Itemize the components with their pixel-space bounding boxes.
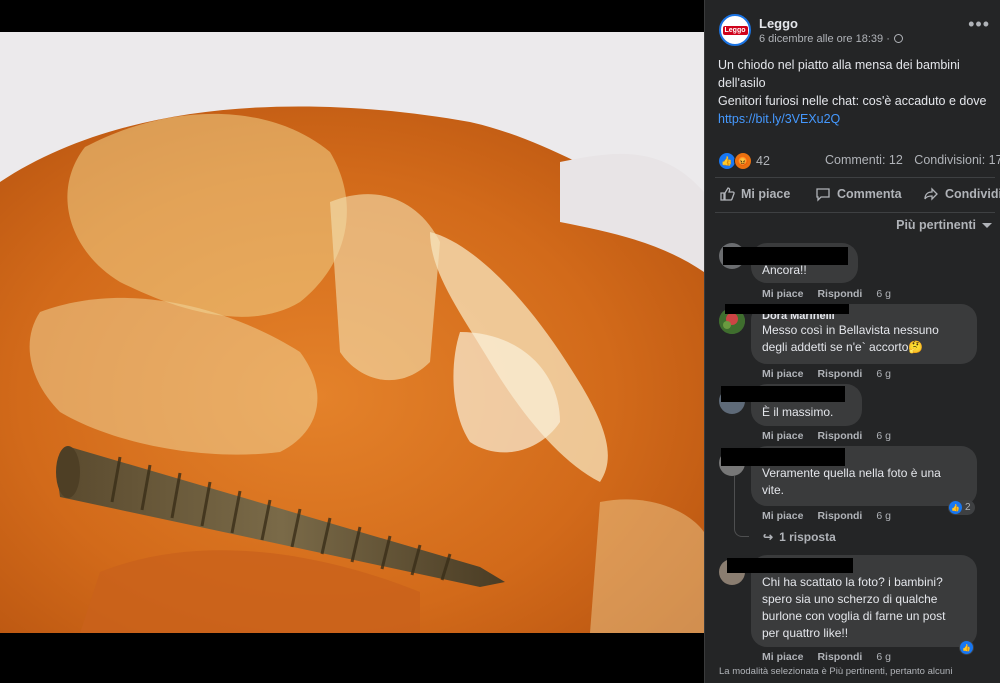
post-side-panel: Leggo Leggo 6 dicembre alle ore 18:39 · … xyxy=(704,0,1000,683)
comment-reply-link[interactable]: Rispondi xyxy=(817,430,862,442)
comment-like-link[interactable]: Mi piace xyxy=(762,430,803,442)
comment-time[interactable]: 6 g xyxy=(876,430,891,442)
post-text: Un chiodo nel piatto alla mensa dei bamb… xyxy=(718,56,998,128)
comment-like-link[interactable]: Mi piace xyxy=(762,368,803,380)
view-replies-link[interactable]: ↪ 1 risposta xyxy=(763,530,836,544)
comment: È il massimo. Mi piace Rispondi 6 g xyxy=(719,384,1000,444)
comment-label: Commenta xyxy=(837,187,902,201)
post-date[interactable]: 6 dicembre alle ore 18:39 · xyxy=(759,33,890,45)
like-reaction-icon: 👍 xyxy=(949,501,962,514)
like-button[interactable]: Mi piace xyxy=(719,186,815,202)
comment-actions: Mi piace Rispondi 6 g xyxy=(762,368,891,380)
redaction xyxy=(727,558,853,573)
pasta-with-screw-image xyxy=(0,32,704,633)
divider xyxy=(715,177,995,178)
comment-text: Chi ha scattato la foto? i bambini? sper… xyxy=(762,575,946,640)
divider xyxy=(715,212,995,213)
comment-text: È il massimo. xyxy=(762,405,834,419)
share-icon xyxy=(924,187,938,201)
comment-time[interactable]: 6 g xyxy=(876,510,891,522)
thread-line xyxy=(734,476,749,537)
redaction xyxy=(723,247,848,265)
shares-count[interactable]: Condivisioni: 17 xyxy=(914,153,1000,167)
comment-actions: Mi piace Rispondi 6 g xyxy=(762,430,891,442)
comment-reaction-count: 2 xyxy=(965,502,971,513)
angry-reaction-icon: 😡 xyxy=(734,152,752,170)
share-label: Condividi xyxy=(945,187,1000,201)
leggo-logo: Leggo xyxy=(722,25,748,35)
photo-viewer xyxy=(0,0,704,683)
comment-actions: Mi piace Rispondi 6 g xyxy=(762,510,891,522)
comment-like-link[interactable]: Mi piace xyxy=(762,510,803,522)
comment-reply-link[interactable]: Rispondi xyxy=(817,651,862,663)
comment: Chi ha scattato la foto? i bambini? sper… xyxy=(719,555,1000,670)
comment-reply-link[interactable]: Rispondi xyxy=(817,368,862,380)
comment-actions: Mi piace Rispondi 6 g xyxy=(762,651,891,663)
post-photo[interactable] xyxy=(0,32,704,633)
post-link[interactable]: https://bit.ly/3VEXu2Q xyxy=(718,112,840,126)
reply-arrow-icon: ↪ xyxy=(763,530,774,544)
comment-time[interactable]: 6 g xyxy=(876,368,891,380)
post-header: Leggo Leggo 6 dicembre alle ore 18:39 · xyxy=(719,14,903,46)
post-line-1: Un chiodo nel piatto alla mensa dei bamb… xyxy=(718,58,960,90)
redaction xyxy=(725,304,849,314)
comment-time[interactable]: 6 g xyxy=(876,288,891,300)
reaction-count: 42 xyxy=(756,154,770,168)
comment-reply-link[interactable]: Rispondi xyxy=(817,288,862,300)
post-actions: Mi piace Commenta Condividi xyxy=(719,186,1000,202)
comment-sort-dropdown[interactable]: Più pertinenti xyxy=(896,218,992,232)
redaction xyxy=(721,386,845,402)
thumbs-up-icon xyxy=(720,187,735,201)
comment: Dora Marinelli Messo così in Bellavista … xyxy=(719,304,1000,384)
comment-time[interactable]: 6 g xyxy=(876,651,891,663)
comment-text: Veramente quella nella foto è una vite. xyxy=(762,466,941,497)
reactions-summary[interactable]: 👍 😡 42 xyxy=(719,152,770,170)
page-name[interactable]: Leggo xyxy=(759,16,903,31)
comment-reactions[interactable]: 👍 2 xyxy=(948,500,975,515)
comment-reactions[interactable]: 👍 xyxy=(959,640,974,655)
globe-icon xyxy=(893,34,903,43)
replies-count: 1 risposta xyxy=(779,530,836,544)
comment-actions: Mi piace Rispondi 6 g xyxy=(762,288,891,300)
comment: Veramente quella nella foto è una vite. … xyxy=(719,446,1000,546)
comment-button[interactable]: Commenta xyxy=(815,186,923,202)
like-reaction-icon: 👍 xyxy=(719,153,735,169)
comment-like-link[interactable]: Mi piace xyxy=(762,651,803,663)
redaction xyxy=(721,448,845,466)
comments-count[interactable]: Commenti: 12 xyxy=(825,153,903,167)
like-reaction-icon: 👍 xyxy=(960,641,973,654)
share-button[interactable]: Condividi xyxy=(923,186,1000,202)
post-meta: 6 dicembre alle ore 18:39 · xyxy=(759,33,903,45)
comment-reply-link[interactable]: Rispondi xyxy=(817,510,862,522)
post-line-2: Genitori furiosi nelle chat: cos'è accad… xyxy=(718,94,987,108)
comment: Ancora!! Mi piace Rispondi 6 g xyxy=(719,243,1000,303)
sort-mode-notice: La modalità selezionata è Più pertinenti… xyxy=(719,666,953,677)
caret-down-icon xyxy=(982,222,992,228)
more-options-icon[interactable]: ••• xyxy=(968,15,990,33)
page-avatar[interactable]: Leggo xyxy=(719,14,751,46)
sort-label: Più pertinenti xyxy=(896,218,976,232)
comment-text: Messo così in Bellavista nessuno degli a… xyxy=(762,323,939,354)
comment-like-link[interactable]: Mi piace xyxy=(762,288,803,300)
like-label: Mi piace xyxy=(741,187,791,201)
comment-icon xyxy=(816,188,830,202)
